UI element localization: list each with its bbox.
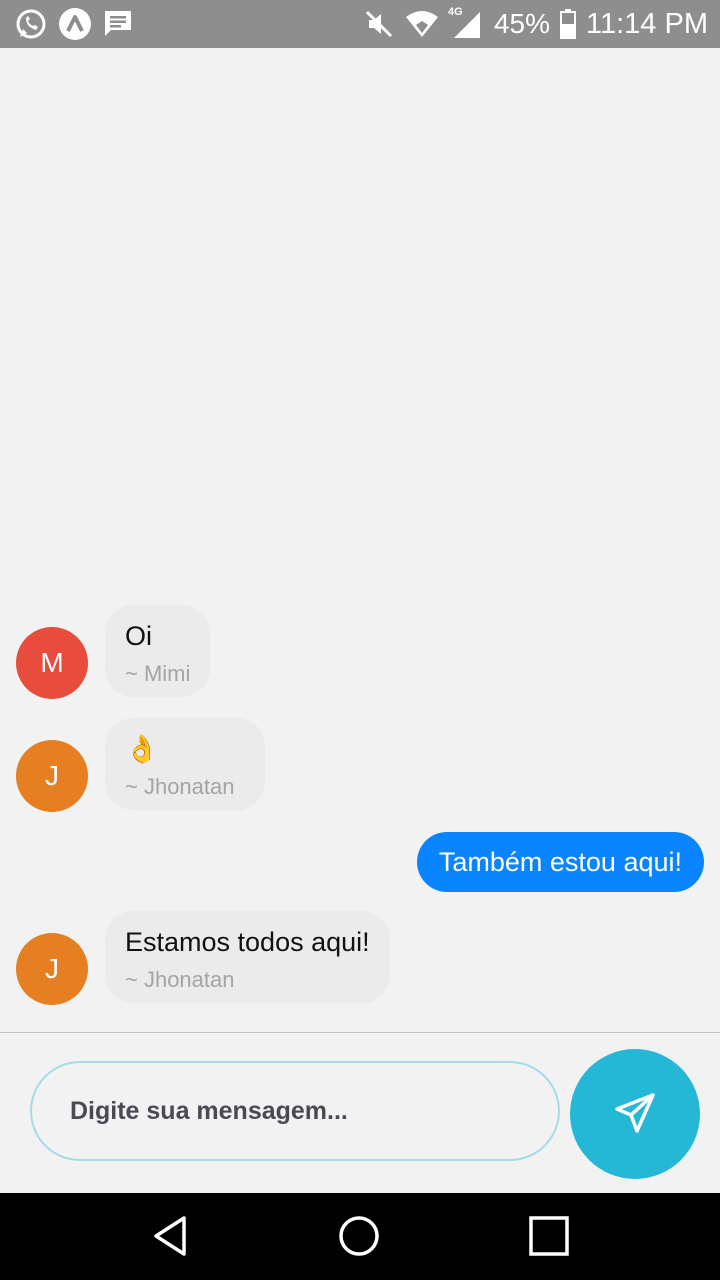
message-composer xyxy=(0,1033,720,1193)
send-icon xyxy=(613,1091,657,1138)
send-button[interactable] xyxy=(570,1049,700,1179)
avatar-letter: M xyxy=(40,647,64,678)
avatar: J xyxy=(16,740,88,812)
wifi-icon xyxy=(404,9,440,39)
notification-icons xyxy=(14,6,134,42)
avatar: J xyxy=(16,933,88,1005)
signal-icon: 4G xyxy=(447,6,484,40)
message-input[interactable] xyxy=(30,1061,560,1161)
home-button[interactable] xyxy=(334,1213,384,1263)
avatar: M xyxy=(16,627,88,699)
message-text: Estamos todos aqui! xyxy=(125,927,370,957)
back-button[interactable] xyxy=(145,1213,195,1263)
avatar-letter: J xyxy=(45,953,59,984)
message-icon xyxy=(102,8,134,40)
message-text: 👌 xyxy=(125,734,159,764)
message-text: Também estou aqui! xyxy=(438,847,682,877)
chat-message-list[interactable]: M Oi ~ Mimi J 👌 ~ Jhonatan Também estou … xyxy=(0,48,720,1032)
message-bubble-incoming[interactable]: Oi ~ Mimi xyxy=(105,605,211,697)
battery-percent: 45% xyxy=(493,8,551,39)
message-author: ~ Jhonatan xyxy=(125,774,235,799)
app-icon xyxy=(58,7,92,41)
battery-icon xyxy=(560,9,577,39)
mute-icon xyxy=(364,9,394,39)
recents-button[interactable] xyxy=(524,1213,574,1263)
status-bar: 4G 45% 11:14 PM xyxy=(0,0,720,48)
back-icon xyxy=(150,1214,190,1263)
message-bubble-incoming[interactable]: 👌 ~ Jhonatan xyxy=(105,718,265,810)
navigation-bar xyxy=(0,1193,720,1280)
message-bubble-incoming[interactable]: Estamos todos aqui! ~ Jhonatan xyxy=(105,911,390,1003)
home-icon xyxy=(337,1214,381,1263)
recents-icon xyxy=(527,1214,571,1263)
system-icons: 4G 45% 11:14 PM xyxy=(364,0,708,48)
message-author: ~ Mimi xyxy=(125,661,191,686)
network-type-label: 4G xyxy=(447,6,463,18)
avatar-letter: J xyxy=(45,760,59,791)
message-text: Oi xyxy=(125,621,152,651)
whatsapp-icon xyxy=(14,7,48,41)
clock: 11:14 PM xyxy=(586,7,708,40)
message-bubble-outgoing[interactable]: Também estou aqui! xyxy=(416,832,704,892)
message-author: ~ Jhonatan xyxy=(125,967,235,992)
